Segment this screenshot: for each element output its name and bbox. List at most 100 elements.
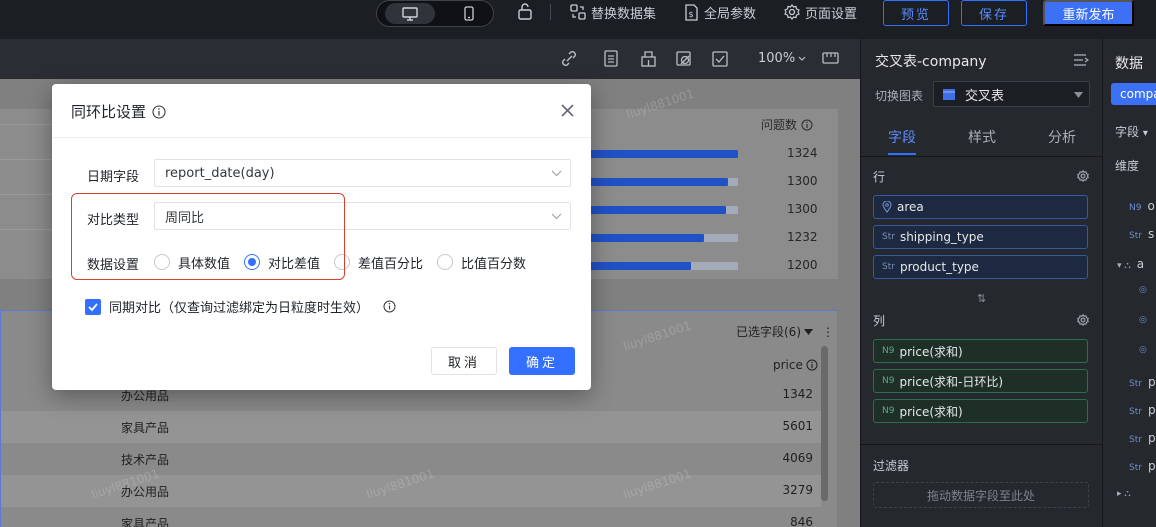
- close-icon[interactable]: [560, 103, 575, 118]
- row-field-area[interactable]: area: [873, 195, 1088, 219]
- data-field-item[interactable]: N9 o: [1129, 199, 1155, 213]
- column-title-label: 问题数: [761, 118, 798, 132]
- data-field-item[interactable]: Str p: [1129, 459, 1156, 473]
- table-row[interactable]: 家具产品 5601: [1, 411, 821, 443]
- location-field-item[interactable]: ◎: [1139, 315, 1147, 325]
- document-icon[interactable]: [604, 50, 618, 67]
- desktop-icon: [402, 6, 418, 21]
- ruler-icon[interactable]: [822, 50, 839, 66]
- row-field-product-type[interactable]: Str product_type: [873, 255, 1088, 279]
- same-period-label: 同期对比（仅查询过滤绑定为日粒度时生效）: [109, 301, 370, 316]
- filter-section-title: 过滤器: [873, 459, 910, 473]
- number-type-tag: N9: [882, 406, 895, 416]
- rows-section-title: 行: [873, 170, 886, 184]
- mobile-icon: [464, 6, 474, 21]
- menu-icon[interactable]: [1073, 53, 1089, 67]
- string-type-tag: Str: [1129, 379, 1142, 389]
- gear-icon: [784, 4, 800, 20]
- data-field-item[interactable]: Str p: [1129, 431, 1156, 445]
- string-type-tag: Str: [882, 232, 895, 242]
- field-name: s: [1147, 227, 1155, 241]
- column-field-price-sum-2[interactable]: N9 price(求和): [873, 399, 1088, 423]
- field-name: product_type: [899, 260, 979, 274]
- tab-style[interactable]: 样式: [968, 127, 996, 147]
- gear-icon[interactable]: [1077, 314, 1089, 326]
- chevron-down-icon: [798, 56, 806, 61]
- data-field-item[interactable]: Str s: [1129, 227, 1154, 241]
- more-icon[interactable]: ⋮: [822, 325, 834, 339]
- bar-value: 1232: [787, 230, 818, 244]
- zoom-select[interactable]: 100%: [758, 51, 806, 66]
- radio-difference-percent[interactable]: 差值百分比: [334, 253, 423, 272]
- date-field-value: report_date(day): [165, 165, 275, 181]
- gear-icon[interactable]: [1077, 170, 1089, 182]
- hide-icon[interactable]: [676, 50, 693, 67]
- table-scrollbar[interactable]: [821, 346, 828, 501]
- desktop-view-button[interactable]: [385, 3, 435, 24]
- string-type-tag: Str: [1129, 231, 1142, 241]
- preview-button[interactable]: 预览: [883, 0, 949, 26]
- page-settings-button[interactable]: 页面设置: [784, 0, 857, 24]
- mobile-view-button[interactable]: [449, 3, 489, 24]
- chevron-right-icon: ▸ ⛬: [1117, 489, 1131, 499]
- svg-text:$: $: [689, 10, 694, 19]
- dialog-header: 同环比设置: [52, 84, 591, 138]
- data-field-group[interactable]: ▾ ⛬ a: [1117, 257, 1144, 271]
- bar-track: [590, 234, 738, 242]
- location-icon: ◎: [1139, 315, 1147, 325]
- field-name: o: [1147, 199, 1155, 213]
- number-type-tag: N9: [882, 346, 895, 356]
- tab-analysis[interactable]: 分析: [1048, 127, 1076, 147]
- location-field-item[interactable]: ◎: [1139, 285, 1147, 295]
- location-field-item[interactable]: ◎: [1139, 345, 1147, 355]
- fields-label-text: 字段: [1115, 125, 1140, 139]
- info-icon: [806, 359, 818, 371]
- table-row[interactable]: 技术产品 4069: [1, 443, 821, 475]
- info-icon[interactable]: [152, 104, 166, 119]
- global-params-button[interactable]: $ 全局参数: [684, 0, 756, 24]
- confirm-button[interactable]: 确定: [509, 347, 575, 375]
- field-name: price(求和-日环比): [899, 374, 1004, 389]
- same-period-checkbox[interactable]: [85, 298, 101, 315]
- dataset-button[interactable]: compa: [1111, 83, 1156, 105]
- tab-fields[interactable]: 字段: [888, 127, 916, 147]
- field-name: p: [1147, 431, 1156, 445]
- caret-down-icon: [804, 328, 813, 335]
- date-field-select[interactable]: report_date(day): [154, 159, 571, 187]
- category-cell: 家具产品: [121, 517, 170, 527]
- building-icon[interactable]: [640, 50, 657, 67]
- collapsed-group[interactable]: ▸ ⛬: [1117, 489, 1131, 499]
- lock-button[interactable]: [517, 2, 533, 20]
- radio-circle[interactable]: [437, 254, 454, 270]
- field-name: a: [1136, 257, 1145, 271]
- filter-drop-zone[interactable]: 拖动数据字段至此处: [873, 482, 1089, 508]
- republish-button[interactable]: 重新发布: [1043, 0, 1134, 26]
- active-tab-indicator: [888, 153, 916, 155]
- chart-type-select[interactable]: 交叉表: [933, 81, 1090, 107]
- bar-track: [590, 150, 738, 158]
- check-doc-icon[interactable]: [712, 50, 728, 67]
- data-field-item[interactable]: Str p: [1129, 403, 1156, 417]
- string-type-tag: Str: [882, 262, 895, 272]
- category-cell: 家具产品: [121, 421, 170, 435]
- chevron-down-icon: [551, 170, 562, 177]
- data-panel-title: 数据: [1115, 56, 1143, 72]
- bar-fill: [590, 234, 704, 242]
- row-field-shipping-type[interactable]: Str shipping_type: [873, 225, 1088, 249]
- table-row[interactable]: 家具产品 846: [1, 507, 821, 527]
- info-icon[interactable]: [383, 300, 396, 313]
- canvas-toolbar: 100%: [0, 39, 860, 79]
- column-field-price-sum[interactable]: N9 price(求和): [873, 339, 1088, 363]
- swap-rows-columns-icon[interactable]: ⇅: [977, 292, 986, 305]
- price-column-header[interactable]: price: [773, 358, 818, 372]
- location-icon: [882, 201, 892, 213]
- same-period-checkbox-row[interactable]: 同期对比（仅查询过滤绑定为日粒度时生效）: [85, 297, 396, 316]
- link-icon[interactable]: [561, 50, 577, 67]
- column-field-price-dod[interactable]: N9 price(求和-日环比): [873, 369, 1088, 393]
- data-field-item[interactable]: Str p: [1129, 375, 1156, 389]
- replace-dataset-button[interactable]: 替换数据集: [570, 0, 656, 24]
- selected-fields-dropdown[interactable]: 已选字段(6) ⋮: [736, 323, 834, 340]
- radio-ratio-percent[interactable]: 比值百分数: [437, 253, 526, 272]
- save-button[interactable]: 保存: [961, 0, 1027, 26]
- cancel-button[interactable]: 取消: [431, 347, 497, 375]
